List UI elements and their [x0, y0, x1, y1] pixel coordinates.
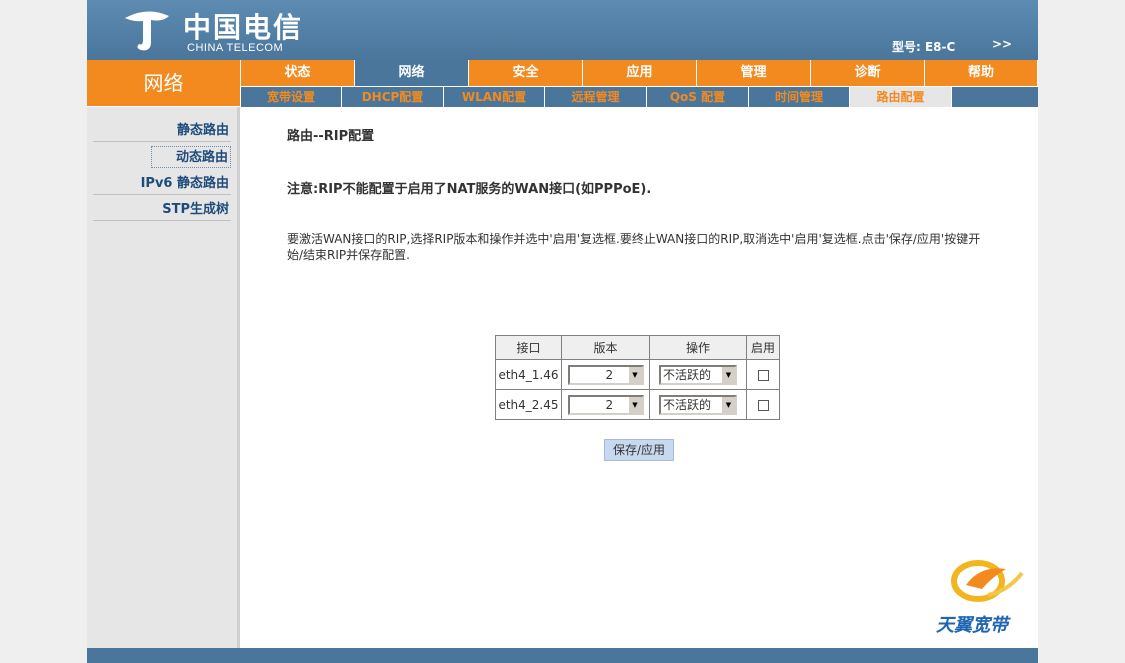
rip-note: 注意:RIP不能配置于启用了NAT服务的WAN接口(如PPPoE).: [287, 182, 652, 197]
version-value: 2: [605, 397, 614, 412]
col-header-version: 版本: [561, 335, 650, 360]
subtab-dhcp[interactable]: DHCP配置: [342, 87, 444, 107]
tab-diagnostics[interactable]: 诊断: [811, 60, 924, 86]
subtab-time-management[interactable]: 时间管理: [749, 87, 850, 107]
save-apply-button[interactable]: 保存/应用: [604, 439, 674, 461]
logo-en-text: CHINA TELECOM: [187, 42, 284, 54]
chevron-down-icon: ▼: [721, 396, 735, 413]
logo-cn-text: 中国电信: [183, 11, 304, 44]
col-header-enable: 启用: [746, 335, 780, 360]
footer-bar: [87, 648, 1038, 663]
subtab-routing[interactable]: 路由配置: [850, 87, 952, 107]
tab-application[interactable]: 应用: [583, 60, 696, 86]
page-title: 路由--RIP配置: [287, 129, 375, 144]
sidebar-item-ipv6-static-route[interactable]: IPv6 静态路由: [93, 173, 231, 195]
sidebar-item-dynamic-route[interactable]: 动态路由: [151, 146, 231, 168]
subtab-remote-management[interactable]: 远程管理: [545, 87, 647, 107]
operation-select[interactable]: 不活跃的 ▼: [659, 364, 737, 385]
operation-select[interactable]: 不活跃的 ▼: [659, 394, 737, 415]
sidebar-item-stp[interactable]: STP生成树: [93, 199, 231, 221]
tab-network[interactable]: 网络: [355, 60, 468, 86]
tab-help[interactable]: 帮助: [925, 60, 1037, 86]
subtab-wlan[interactable]: WLAN配置: [444, 87, 545, 107]
interface-cell: eth4_2.45: [495, 389, 562, 420]
chevron-down-icon: ▼: [721, 366, 735, 383]
brand-label: 天翼宽带: [936, 615, 1008, 636]
tab-management[interactable]: 管理: [697, 60, 810, 86]
main-tabs: 状态 网络 安全 应用 管理 诊断 帮助: [241, 60, 1038, 86]
subtab-qos[interactable]: QoS 配置: [647, 87, 749, 107]
operation-value: 不活跃的: [663, 367, 712, 382]
table-row: eth4_2.45 2 ▼ 不活跃的 ▼: [495, 389, 780, 420]
enable-checkbox[interactable]: [757, 369, 769, 381]
rip-config-table: 接口 版本 操作 启用 eth4_1.46 2 ▼ 不活跃的 ▼ eth4_2.…: [495, 335, 780, 420]
table-row: eth4_1.46 2 ▼ 不活跃的 ▼: [495, 359, 780, 390]
sidebar: 静态路由 动态路由 IPv6 静态路由 STP生成树: [87, 107, 240, 648]
chevron-down-icon: ▼: [627, 366, 642, 383]
tab-security[interactable]: 安全: [469, 60, 582, 86]
version-select[interactable]: 2 ▼: [567, 364, 644, 385]
rip-description: 要激活WAN接口的RIP,选择RIP版本和操作并选中'启用'复选框.要终止WAN…: [287, 232, 981, 262]
version-select[interactable]: 2 ▼: [567, 394, 644, 415]
enable-checkbox[interactable]: [757, 399, 769, 411]
col-header-interface: 接口: [495, 335, 562, 360]
content-area: 路由--RIP配置 注意:RIP不能配置于启用了NAT服务的WAN接口(如PPP…: [241, 107, 1038, 648]
tianyi-logo-icon: [951, 560, 1024, 602]
router-admin-page: 中国电信 CHINA TELECOM 型号: E8-C >> 网络 状态 网络 …: [87, 0, 1038, 663]
interface-cell: eth4_1.46: [495, 359, 562, 390]
subtab-broadband[interactable]: 宽带设置: [241, 87, 342, 107]
section-title: 网络: [87, 60, 240, 106]
tab-status[interactable]: 状态: [241, 60, 354, 86]
more-link[interactable]: >>: [992, 37, 1012, 51]
telecom-logo-icon: [125, 11, 169, 51]
model-label: 型号: E8-C: [892, 40, 956, 54]
col-header-operation: 操作: [649, 335, 747, 360]
operation-value: 不活跃的: [663, 397, 712, 412]
sidebar-item-static-route[interactable]: 静态路由: [93, 120, 231, 142]
china-telecom-logo: 中国电信 CHINA TELECOM: [117, 4, 317, 56]
header: 中国电信 CHINA TELECOM 型号: E8-C >>: [87, 0, 1038, 60]
sub-tabs: 宽带设置 DHCP配置 WLAN配置 远程管理 QoS 配置 时间管理 路由配置: [241, 87, 1038, 107]
version-value: 2: [605, 367, 614, 382]
chevron-down-icon: ▼: [627, 396, 642, 413]
tianyi-broadband-logo: 天翼宽带: [936, 555, 1031, 636]
